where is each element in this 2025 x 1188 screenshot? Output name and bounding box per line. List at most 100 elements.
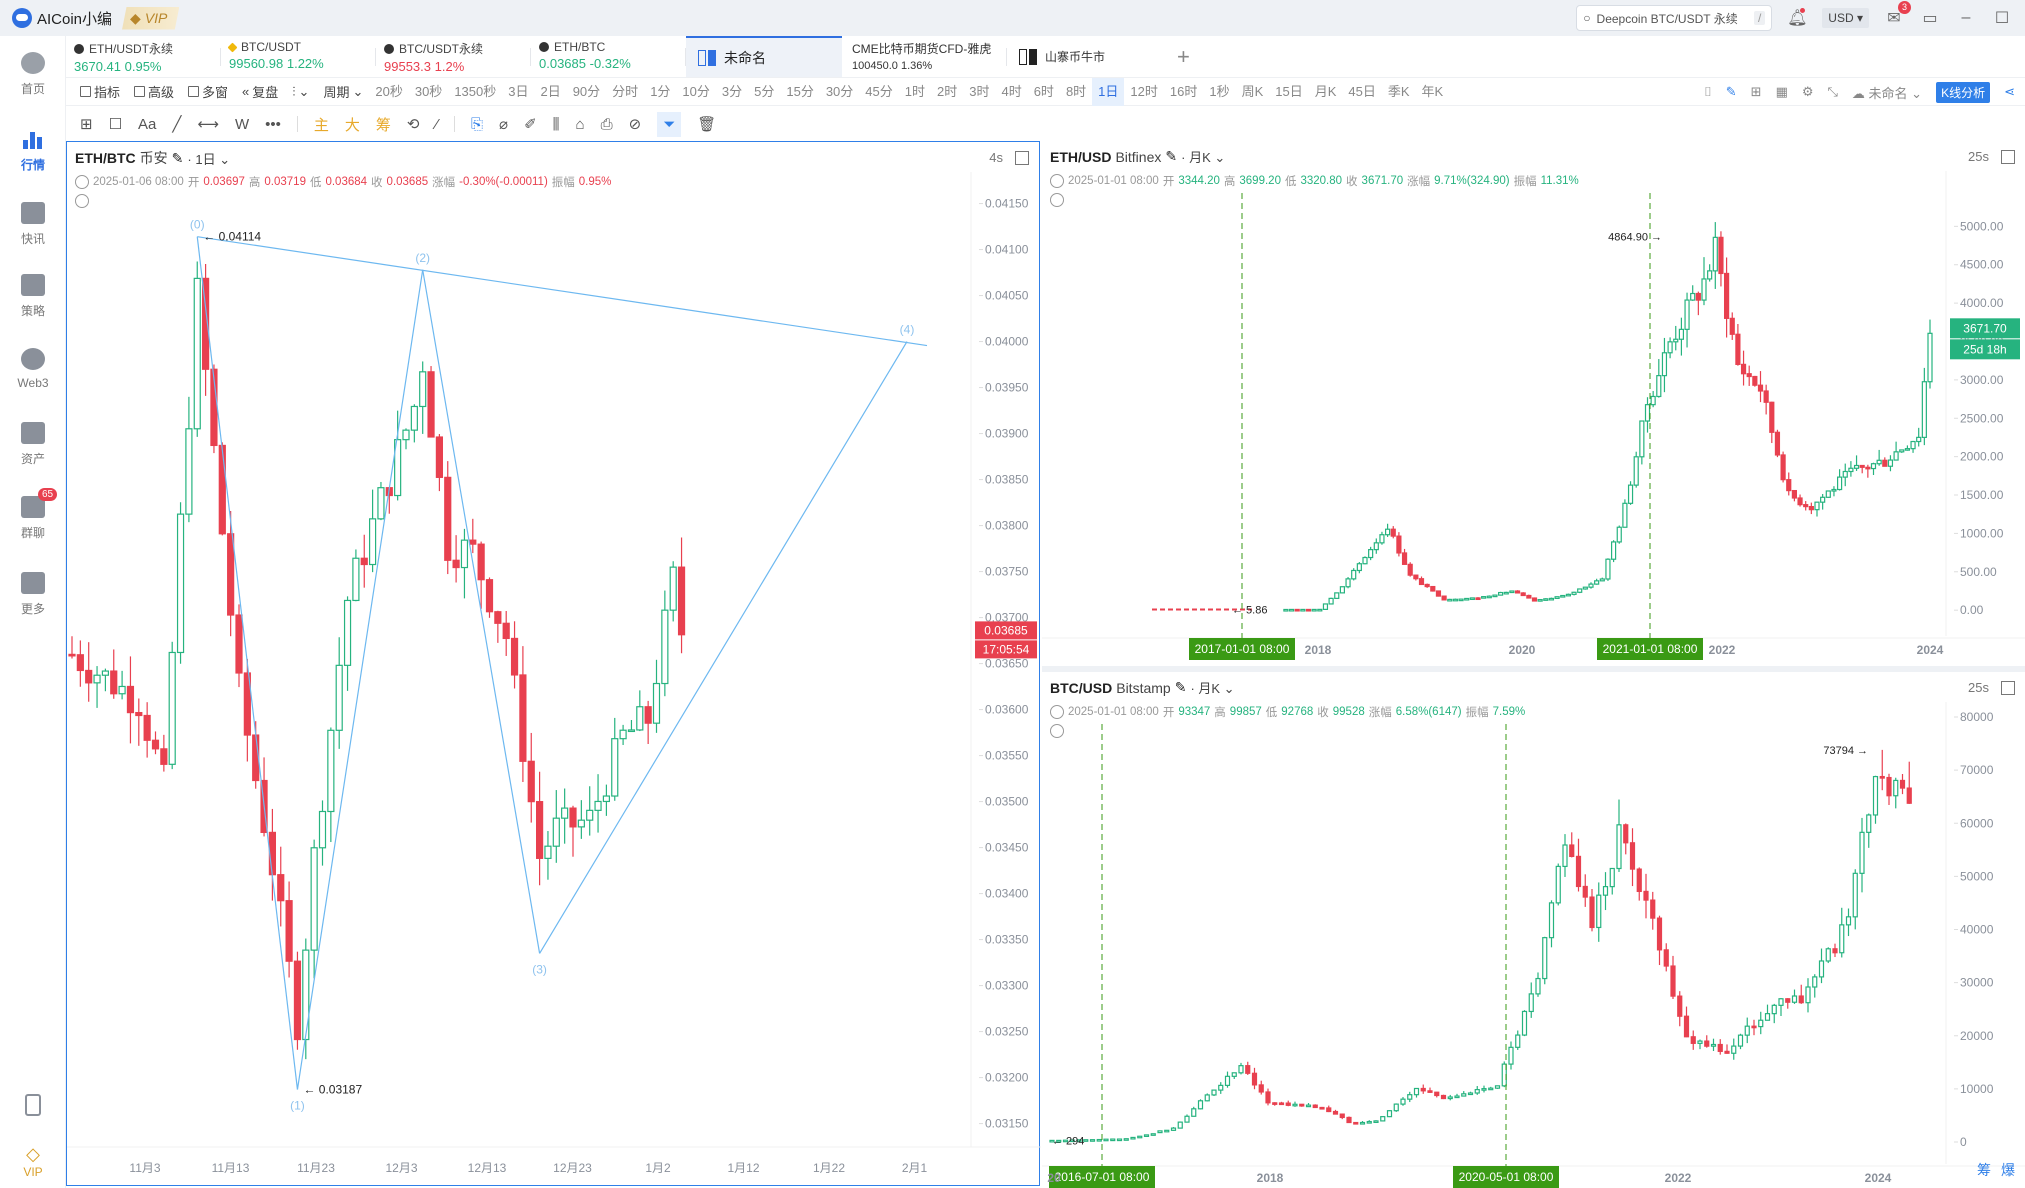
period-option[interactable]: 3时	[963, 78, 995, 106]
maximize-panel-icon[interactable]	[1015, 150, 1029, 165]
period-option[interactable]: 3分	[716, 78, 748, 106]
multi-window-button[interactable]: 多窗	[188, 82, 228, 101]
collapse-icon[interactable]	[1050, 705, 1064, 719]
add-tab-button[interactable]: +	[1167, 36, 1190, 77]
notification-bell-icon[interactable]: 🔔︎	[1786, 7, 1808, 29]
share-icon[interactable]: ⋖	[2004, 84, 2015, 100]
period-option[interactable]: 6时	[1028, 78, 1060, 106]
chart-panel-eth-usd[interactable]: 5000.004500.004000.003500.003000.002500.…	[1042, 141, 2025, 661]
chart-panel-eth-btc[interactable]: 0.04150 0.04100 0.04050 0.04000 0.03950 0.039…	[66, 141, 1041, 1187]
large-order-button[interactable]: 大	[345, 114, 360, 135]
lock-icon[interactable]: ⌂	[576, 116, 585, 133]
eth-btc-candles[interactable]: 0.04150 0.04100 0.04050 0.04000 0.03950 0.039…	[67, 142, 1041, 1187]
period-option[interactable]: 15日	[1269, 78, 1308, 106]
sidebar-item-more[interactable]: 更多	[0, 572, 66, 617]
edit-note-icon[interactable]: ⎙	[601, 116, 613, 133]
period-option[interactable]: 3日	[502, 78, 534, 106]
sidebar-item-strategy[interactable]: 策略	[0, 274, 66, 319]
main-force-button[interactable]: 主	[314, 114, 329, 135]
period-option[interactable]: 1分	[644, 78, 676, 106]
ruler-icon[interactable]: ⌀	[499, 115, 508, 133]
period-select[interactable]: 周期 ⌄	[323, 82, 363, 101]
chip-button[interactable]: 筹	[376, 114, 391, 135]
period-option[interactable]: 年K	[1416, 78, 1450, 106]
vip-badge[interactable]: ◆ VIP	[122, 6, 180, 30]
collapse-icon[interactable]	[75, 175, 89, 189]
crosshair-tool-icon[interactable]: ⊞	[80, 115, 93, 133]
add-window-icon[interactable]: ⊞	[1751, 84, 1762, 100]
brush-icon[interactable]: ✐	[524, 115, 537, 133]
currency-select[interactable]: USD ▾	[1822, 8, 1869, 28]
sidebar-vip[interactable]: ◇ VIP	[0, 1144, 66, 1179]
period-option[interactable]: 分时	[606, 78, 644, 106]
pin-window-icon[interactable]: ▭	[1919, 7, 1941, 29]
candle-compare-icon[interactable]: ⫼	[553, 116, 560, 133]
sidebar-item-market[interactable]: 行情	[0, 128, 66, 173]
period-option[interactable]: 45日	[1342, 78, 1381, 106]
minimize-icon[interactable]: –	[1955, 7, 1977, 29]
sidebar-item-web3[interactable]: Web3	[0, 348, 66, 390]
line-tool-icon[interactable]: ╱	[172, 115, 181, 133]
horizontal-line-tool-icon[interactable]: ⟷	[197, 115, 219, 133]
user-profile[interactable]: AICoin小编	[12, 8, 112, 29]
period-option[interactable]: 45分	[859, 78, 898, 106]
mail-icon[interactable]: ✉︎ 3	[1883, 1, 1911, 29]
kline-analysis-button[interactable]: K线分析	[1936, 81, 1991, 103]
edit-icon[interactable]: ✎	[1165, 148, 1177, 165]
advanced-button[interactable]: 高级	[134, 82, 174, 101]
workspace-tab[interactable]: CME比特币期货CFD-雅虎 100450.0 1.36%	[842, 36, 1007, 77]
period-option[interactable]: 12时	[1124, 78, 1163, 106]
fullscreen-icon[interactable]: ⤡	[1828, 84, 1838, 100]
timeframe-select[interactable]: 1日	[195, 152, 215, 167]
wave-tool[interactable]: W	[235, 116, 249, 133]
period-option[interactable]: 90分	[567, 78, 606, 106]
cloud-layout-select[interactable]: ☁ 未命名 ⌄	[1852, 83, 1922, 102]
chart-panel-btc-usd[interactable]: 80000 70000 60000 50000 40000 30000 20000 10000…	[1042, 666, 2025, 1188]
period-option[interactable]: 1时	[899, 78, 931, 106]
ticker-tab[interactable]: ETH/USDT永续 3670.41 0.95%	[66, 36, 221, 77]
edit-icon[interactable]: ✎	[172, 150, 184, 167]
magnet-icon[interactable]: ⁄	[436, 116, 439, 133]
replay-button[interactable]: «复盘	[242, 82, 278, 101]
period-option[interactable]: 10分	[676, 78, 715, 106]
btc-usd-candles[interactable]: 80000 70000 60000 50000 40000 30000 20000 10000…	[1042, 672, 2025, 1188]
attach-icon[interactable]: ⊘	[629, 115, 642, 133]
period-option[interactable]: 1日	[1092, 77, 1125, 106]
period-option[interactable]: 月K	[1309, 78, 1343, 106]
search-input[interactable]: ○ Deepcoin BTC/USDT 永续 /	[1576, 5, 1773, 31]
indicator-button[interactable]: 指标	[80, 82, 120, 101]
maximize-panel-icon[interactable]	[2001, 149, 2015, 164]
ticker-tab[interactable]: BTC/USDT 99560.98 1.22%	[221, 36, 376, 77]
maximize-panel-icon[interactable]	[2001, 680, 2015, 695]
expand-indicators-icon[interactable]	[1050, 724, 1064, 738]
period-option[interactable]: 15分	[780, 78, 819, 106]
maximize-icon[interactable]: ☐	[1991, 7, 2013, 29]
ticker-tab[interactable]: BTC/USDT永续 99553.3 1.2%	[376, 36, 531, 77]
collapse-icon[interactable]	[1050, 174, 1064, 188]
trash-icon[interactable]: 🗑︎	[697, 115, 716, 133]
sidebar-item-assets[interactable]: 资产	[0, 422, 66, 467]
eth-usd-candles[interactable]: 5000.004500.004000.003500.003000.002500.…	[1042, 141, 2025, 661]
period-option[interactable]: 4时	[995, 78, 1027, 106]
period-option[interactable]: 16时	[1164, 78, 1203, 106]
text-tool[interactable]: Aa	[138, 116, 156, 133]
filter-icon[interactable]: ⏷	[657, 111, 682, 137]
period-option[interactable]: 20秒	[369, 78, 408, 106]
period-option[interactable]: 2日	[534, 78, 566, 106]
mobile-button[interactable]	[0, 1094, 66, 1122]
period-option[interactable]: 8时	[1060, 78, 1092, 106]
sidebar-item-news[interactable]: 快讯	[0, 202, 66, 247]
chip-toggle[interactable]: 筹	[1977, 1160, 1991, 1180]
sidebar-item-home[interactable]: 首页	[0, 52, 66, 97]
period-option[interactable]: 周K	[1236, 78, 1270, 106]
draw-pen-icon[interactable]: ✎	[1726, 84, 1737, 100]
template-icon[interactable]: ▦	[1776, 84, 1788, 100]
period-option[interactable]: 30分	[820, 78, 859, 106]
settings-icon[interactable]: ⚙	[1802, 84, 1814, 100]
period-option[interactable]: 1秒	[1203, 78, 1235, 106]
liquidation-toggle[interactable]: 爆	[2001, 1160, 2015, 1180]
expand-indicators-icon[interactable]	[75, 194, 89, 208]
period-option[interactable]: 30秒	[409, 78, 448, 106]
ticker-tab[interactable]: ETH/BTC 0.03685 -0.32%	[531, 36, 686, 77]
workspace-tab[interactable]: 山寨币牛市	[1007, 36, 1167, 77]
